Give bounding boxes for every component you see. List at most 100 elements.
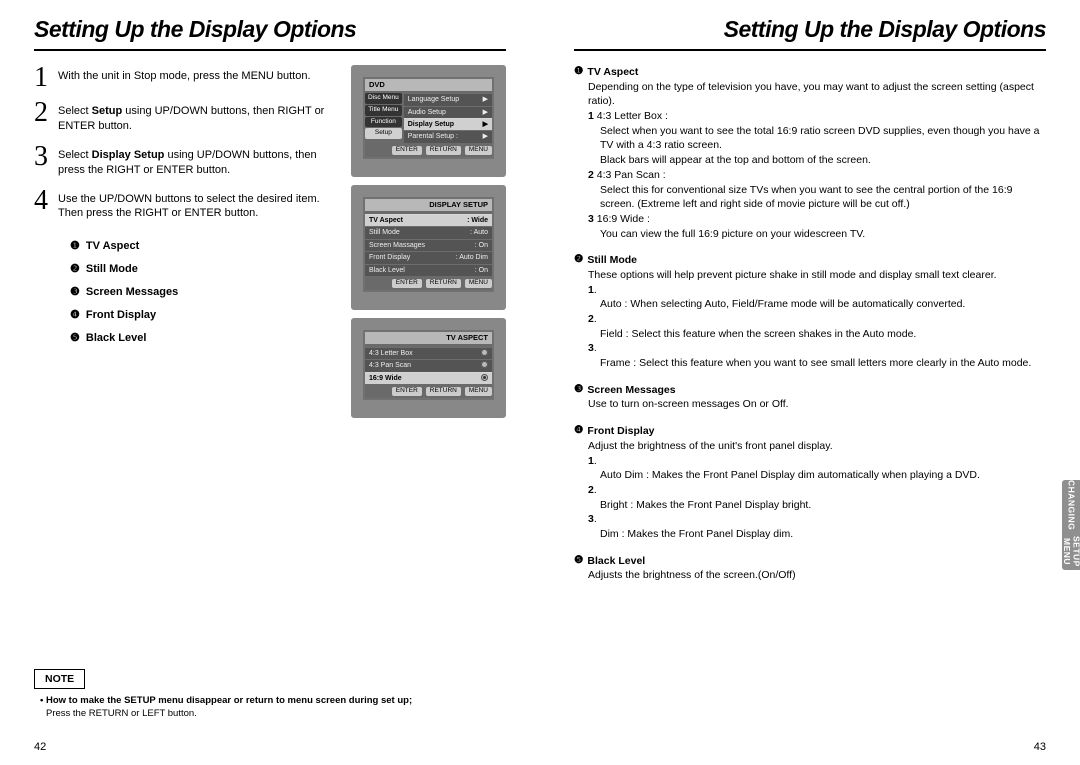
section-title: Front Display — [587, 424, 654, 439]
step-bold: Setup — [92, 105, 123, 117]
osd-button: ENTER — [392, 279, 422, 288]
page-left: Setting Up the Display Options 1 With th… — [0, 0, 540, 765]
enum-num: 3 — [588, 213, 594, 225]
enum-item: 2 4:3 Pan Scan : — [588, 168, 1046, 183]
left-content: 1 With the unit in Stop mode, press the … — [34, 65, 506, 418]
option-label: Black Level — [86, 331, 147, 346]
step-text: Select Display Setup using UP/DOWN butto… — [58, 144, 337, 178]
section: ❶ TV AspectDepending on the type of telev… — [574, 65, 1046, 241]
cell: : Wide — [467, 216, 488, 225]
step-number: 2 — [34, 100, 52, 134]
screens-column: DVD Disc Menu Title Menu Function Setup … — [351, 65, 506, 418]
section-head: ❹ Front Display — [574, 424, 1046, 439]
option-marker: ❷ — [70, 262, 80, 277]
step-text: With the unit in Stop mode, press the ME… — [58, 65, 311, 90]
step-number: 3 — [34, 144, 52, 178]
cell: 16:9 Wide — [369, 374, 402, 383]
section-title: TV Aspect — [587, 65, 638, 80]
option-label: Still Mode — [86, 262, 138, 277]
enum-item: 3. — [588, 512, 1046, 527]
osd-screenshot-display-setup: DISPLAY SETUP TV Aspect: Wide Still Mode… — [351, 185, 506, 310]
enum-num: 1 — [588, 110, 594, 122]
cell: 4:3 Pan Scan — [369, 361, 411, 370]
list-row: Still Mode: Auto — [365, 226, 492, 238]
option-tv-aspect: ❶TV Aspect — [70, 239, 337, 254]
osd-list: 4:3 Letter Box 4:3 Pan Scan 16:9 Wide — [365, 347, 492, 384]
enum-num: 1 — [588, 284, 594, 296]
section-body: Depending on the type of television you … — [588, 80, 1046, 242]
option-black-level: ❺Black Level — [70, 331, 337, 346]
option-still-mode: ❷ Still Mode — [70, 262, 337, 277]
option-marker: ❸ — [70, 285, 80, 300]
page-number-left: 42 — [34, 740, 46, 755]
section-body: Use to turn on-screen messages On or Off… — [588, 397, 1046, 412]
cell: Display Setup — [408, 120, 454, 129]
option-label: Front Display — [86, 308, 156, 323]
section-intro: These options will help prevent picture … — [588, 268, 1046, 283]
list-row: Parental Setup :▶ — [404, 130, 492, 142]
osd-header: DVD — [365, 79, 492, 91]
step-2: 2 Select Setup using UP/DOWN buttons, th… — [34, 100, 337, 134]
enum-item: 3 16:9 Wide : — [588, 212, 1046, 227]
enum-body: Select when you want to see the total 16… — [600, 124, 1046, 153]
list-row: Screen Massages: On — [365, 239, 492, 251]
sidebar-pill-selected: Setup — [365, 128, 402, 139]
enum-num: 2 — [588, 313, 594, 325]
option-label: Screen Messages — [86, 285, 178, 300]
cell: Audio Setup — [408, 108, 446, 117]
tab-line2: SETUP MENU — [1062, 533, 1080, 570]
arrow-icon: ▶ — [483, 108, 488, 117]
section-title: Still Mode — [587, 253, 637, 268]
osd-button: RETURN — [426, 279, 461, 288]
cell: Parental Setup : — [408, 132, 458, 141]
section-body: Adjusts the brightness of the screen.(On… — [588, 568, 1046, 583]
manual-spread: Setting Up the Display Options 1 With th… — [0, 0, 1080, 765]
enum-item: 1. — [588, 454, 1046, 469]
cell: Language Setup — [408, 95, 459, 104]
page-title: Setting Up the Display Options — [34, 14, 506, 45]
cell: TV Aspect — [369, 216, 403, 225]
page-right: Setting Up the Display Options ❶TV Aspec… — [540, 0, 1080, 765]
osd-button: MENU — [465, 146, 492, 155]
list-row: Front Display: Auto Dim — [365, 251, 492, 263]
note-label: NOTE — [34, 669, 85, 689]
section-intro: Adjust the brightness of the unit's fron… — [588, 439, 1046, 454]
list-row: 4:3 Letter Box — [365, 347, 492, 359]
right-content: ❶ TV AspectDepending on the type of telev… — [574, 65, 1046, 595]
step-1: 1 With the unit in Stop mode, press the … — [34, 65, 337, 90]
options-list: ❶TV Aspect ❷Still Mode ❸Screen Messages … — [70, 239, 337, 345]
osd-buttons: ENTER RETURN MENU — [365, 146, 492, 155]
list-row: Language Setup▶ — [404, 93, 492, 105]
step-text: Select Setup using UP/DOWN buttons, then… — [58, 100, 337, 134]
enum-body: Black bars will appear at the top and bo… — [600, 153, 1046, 168]
section-intro: Depending on the type of television you … — [588, 80, 1046, 109]
arrow-icon: ▶ — [483, 120, 488, 129]
step-text: Use the UP/DOWN buttons to select the de… — [58, 188, 337, 222]
cell: Black Level — [369, 266, 405, 275]
section-marker: ❹ — [574, 424, 583, 439]
enum-item: 2. — [588, 483, 1046, 498]
osd-body: Disc Menu Title Menu Function Setup Lang… — [365, 93, 492, 143]
section-intro: Use to turn on-screen messages On or Off… — [588, 397, 1046, 412]
radio-icon-selected — [481, 374, 488, 381]
tab-line1: CHANGING — [1066, 480, 1075, 530]
list-row: Black Level: On — [365, 264, 492, 276]
enum-num: 3 — [588, 342, 594, 354]
enum-body: Field : Select this feature when the scr… — [600, 327, 1046, 342]
osd-button: MENU — [465, 279, 492, 288]
section-head: ❶ TV Aspect — [574, 65, 1046, 80]
sidebar-pill: Function — [365, 117, 402, 128]
option-marker: ❶ — [70, 239, 80, 254]
section-marker: ❶ — [574, 65, 583, 80]
enum-item: 3. — [588, 341, 1046, 356]
osd-screenshot-setup-menu: DVD Disc Menu Title Menu Function Setup … — [351, 65, 506, 177]
section-marker: ❷ — [574, 253, 583, 268]
osd-button: RETURN — [426, 146, 461, 155]
option-marker: ❹ — [70, 308, 80, 323]
enum-body: Select this for conventional size TVs wh… — [600, 183, 1046, 212]
enum-body: Auto Dim : Makes the Front Panel Display… — [600, 468, 1046, 483]
section-marker: ❸ — [574, 383, 583, 398]
note-body: • How to make the SETUP menu disappear o… — [40, 695, 506, 721]
sidebar-pill: Title Menu — [365, 105, 402, 116]
section-head: ❺Black Level — [574, 554, 1046, 569]
